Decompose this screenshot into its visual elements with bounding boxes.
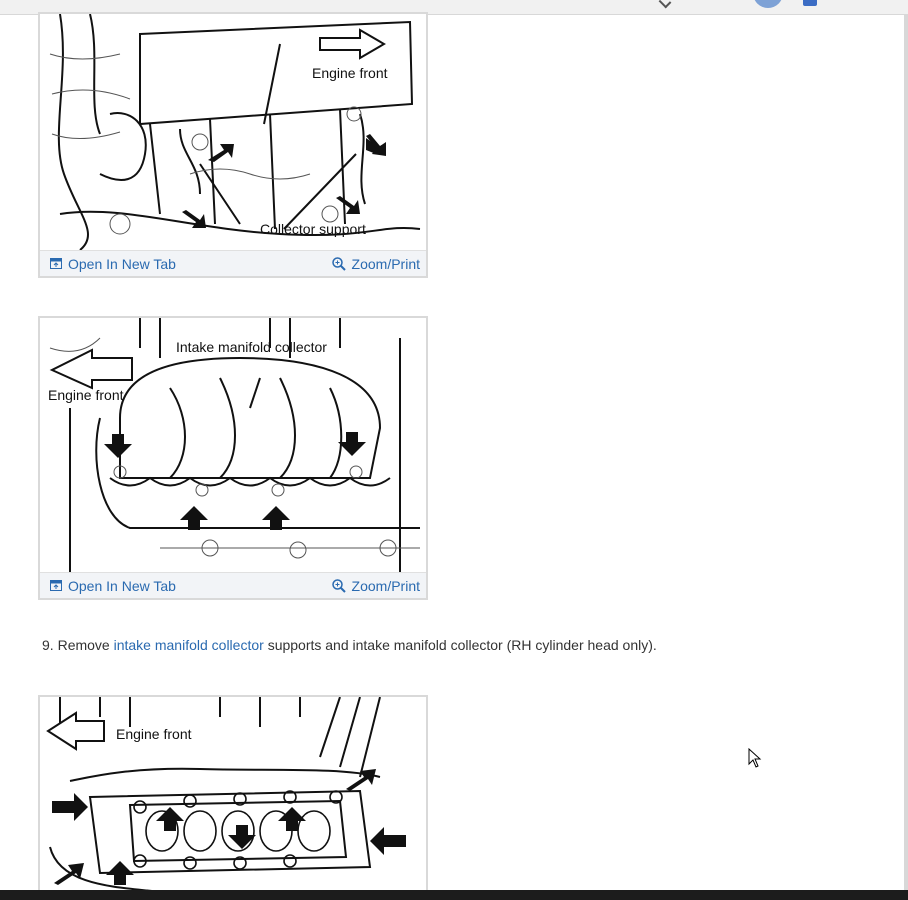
step-number: 9. bbox=[42, 637, 54, 653]
label-collector-support: Collector support bbox=[260, 221, 366, 237]
label-engine-front: Engine front bbox=[48, 387, 124, 403]
open-in-new-tab-label: Open In New Tab bbox=[68, 255, 176, 272]
open-new-tab-icon bbox=[50, 580, 62, 591]
diagram-collector-support: Engine front Collector support bbox=[40, 14, 426, 250]
extension-icon[interactable] bbox=[803, 0, 817, 6]
figure-cylinder-head: Engine front bbox=[38, 695, 428, 892]
window-edge bbox=[904, 14, 908, 892]
open-in-new-tab-link[interactable]: Open In New Tab bbox=[50, 578, 176, 594]
label-intake-manifold-collector: Intake manifold collector bbox=[176, 339, 327, 355]
figure-collector-support: Engine front Collector support Open In N… bbox=[38, 12, 428, 278]
zoom-print-label: Zoom/Print bbox=[351, 577, 420, 594]
step-9-instruction: 9. Remove intake manifold collector supp… bbox=[42, 637, 657, 653]
label-engine-front: Engine front bbox=[312, 65, 388, 81]
zoom-icon bbox=[331, 578, 346, 593]
step-text-after: supports and intake manifold collector (… bbox=[267, 637, 657, 653]
zoom-icon bbox=[331, 256, 346, 271]
mouse-cursor-icon bbox=[748, 748, 762, 768]
taskbar-edge bbox=[0, 890, 908, 900]
step-text-before: Remove bbox=[57, 637, 110, 653]
figure-toolbar: Open In New Tab Zoom/Print bbox=[40, 572, 426, 598]
open-new-tab-icon bbox=[50, 258, 62, 269]
intake-manifold-collector-link[interactable]: intake manifold collector bbox=[114, 637, 264, 653]
figure-toolbar: Open In New Tab Zoom/Print bbox=[40, 250, 426, 276]
zoom-print-label: Zoom/Print bbox=[351, 255, 420, 272]
figure-intake-manifold-collector: Intake manifold collector Engine front O… bbox=[38, 316, 428, 600]
open-in-new-tab-link[interactable]: Open In New Tab bbox=[50, 256, 176, 272]
profile-avatar-icon[interactable] bbox=[753, 0, 783, 8]
label-engine-front: Engine front bbox=[116, 726, 192, 742]
chevron-down-icon[interactable] bbox=[658, 0, 672, 9]
open-in-new-tab-label: Open In New Tab bbox=[68, 577, 176, 594]
diagram-cylinder-head: Engine front bbox=[40, 697, 426, 892]
zoom-print-link[interactable]: Zoom/Print bbox=[331, 577, 420, 594]
diagram-intake-manifold-collector: Intake manifold collector Engine front bbox=[40, 318, 426, 572]
zoom-print-link[interactable]: Zoom/Print bbox=[331, 255, 420, 272]
